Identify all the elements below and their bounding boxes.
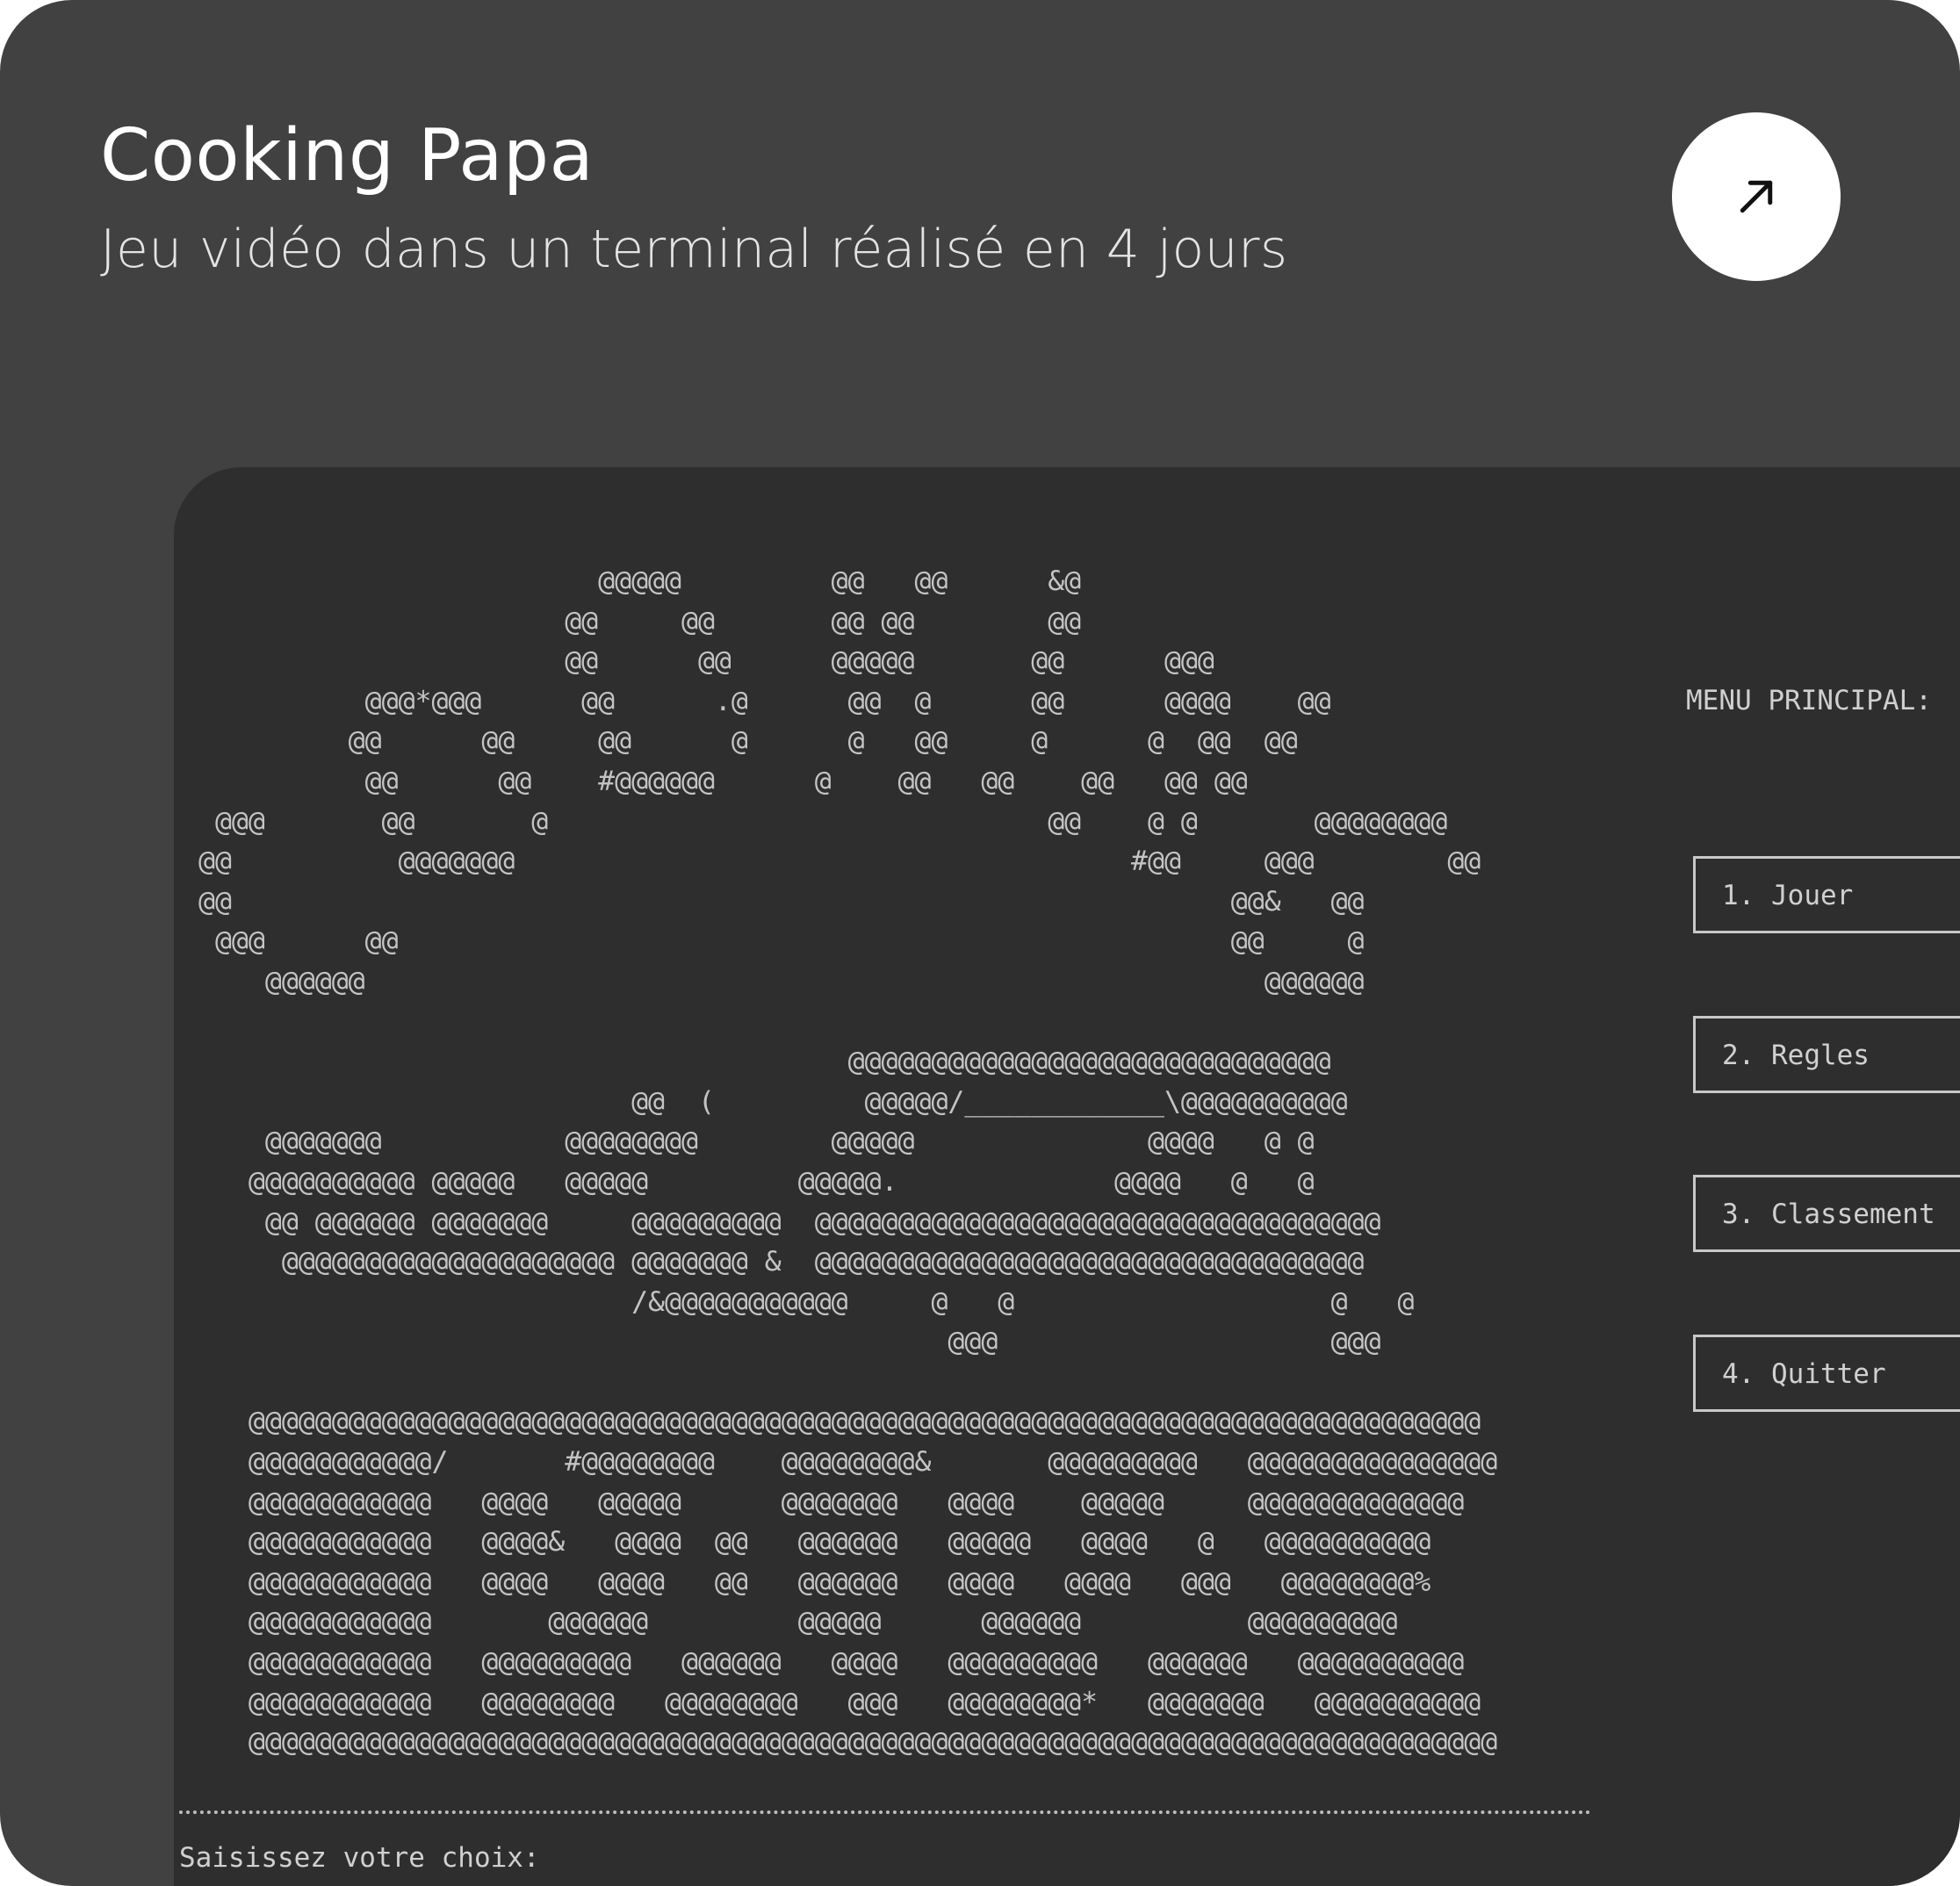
menu-item-label: 2. Regles xyxy=(1722,1040,1870,1071)
terminal-divider xyxy=(179,1810,1591,1814)
project-subtitle: Jeu vidéo dans un terminal réalisé en 4 … xyxy=(100,219,1288,280)
menu-item-jouer[interactable]: 1. Jouer xyxy=(1693,856,1960,933)
menu-item-regles[interactable]: 2. Regles xyxy=(1693,1016,1960,1093)
menu-item-label: 1. Jouer xyxy=(1722,880,1854,911)
menu-item-classement[interactable]: 3. Classement xyxy=(1693,1175,1960,1252)
ascii-art-logo: @@@@@ @@ @@ &@ @@ @@ @@ @@ @@ @@ @@ @@@@… xyxy=(198,565,1498,1759)
project-card: Cooking Papa Jeu vidéo dans un terminal … xyxy=(0,0,1960,1886)
choice-prompt-label: Saisissez votre choix: xyxy=(179,1842,540,1874)
choice-input[interactable] xyxy=(560,1839,1087,1877)
terminal-screenshot: @@@@@ @@ @@ &@ @@ @@ @@ @@ @@ @@ @@ @@@@… xyxy=(174,467,1960,1886)
open-project-button[interactable] xyxy=(1672,112,1841,281)
menu-item-label: 4. Quitter xyxy=(1722,1358,1886,1390)
main-menu-title: MENU PRINCIPAL: xyxy=(1686,685,1932,716)
arrow-up-right-icon xyxy=(1740,180,1773,213)
menu-item-quitter[interactable]: 4. Quitter xyxy=(1693,1335,1960,1412)
menu-item-label: 3. Classement xyxy=(1722,1199,1935,1230)
project-title: Cooking Papa xyxy=(100,114,594,198)
